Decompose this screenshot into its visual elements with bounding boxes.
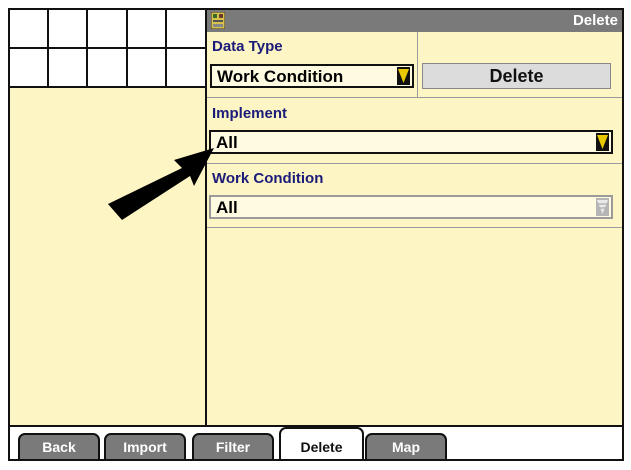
dropdown-arrow-icon [596,133,609,151]
grid-cell[interactable] [88,10,128,49]
work-condition-value: All [216,198,238,217]
tab-delete[interactable]: Delete [279,427,364,459]
implement-value: All [216,133,238,152]
data-type-label: Data Type [212,38,283,55]
display-screen: Delete Data Type Work Condition Delete I… [8,8,624,461]
data-type-value: Work Condition [217,67,344,86]
dropdown-arrow-icon [397,67,410,85]
divider [207,227,622,228]
grid-cell[interactable] [127,49,167,88]
tab-import[interactable]: Import [104,433,186,459]
tab-bar: Back Import Filter Delete Map [10,425,622,459]
grid-cell[interactable] [49,49,89,88]
grid-cell[interactable] [10,49,50,88]
grid-cell[interactable] [88,49,128,88]
title-bar: Delete [207,10,622,32]
left-panel [10,88,206,425]
delete-button[interactable]: Delete [422,63,611,89]
work-condition-dropdown[interactable]: All [209,195,613,219]
dropdown-arrow-icon [596,198,609,216]
tab-back[interactable]: Back [18,433,100,459]
divider [207,97,622,98]
hard-drive-icon [211,12,225,29]
work-condition-label: Work Condition [212,170,324,187]
page-title: Delete [572,12,618,29]
grid-cell[interactable] [10,10,50,49]
data-type-dropdown[interactable]: Work Condition [210,64,414,88]
grid-cell[interactable] [49,10,89,49]
tab-map[interactable]: Map [365,433,447,459]
divider [207,163,622,164]
tab-filter[interactable]: Filter [192,433,274,459]
divider [417,32,418,97]
grid-cell[interactable] [166,10,206,49]
pointer-arrow-icon [108,148,214,220]
grid-cell[interactable] [127,10,167,49]
implement-dropdown[interactable]: All [209,130,613,154]
implement-label: Implement [212,105,288,122]
grid-cell[interactable] [166,49,206,88]
shortcut-grid [10,10,206,88]
